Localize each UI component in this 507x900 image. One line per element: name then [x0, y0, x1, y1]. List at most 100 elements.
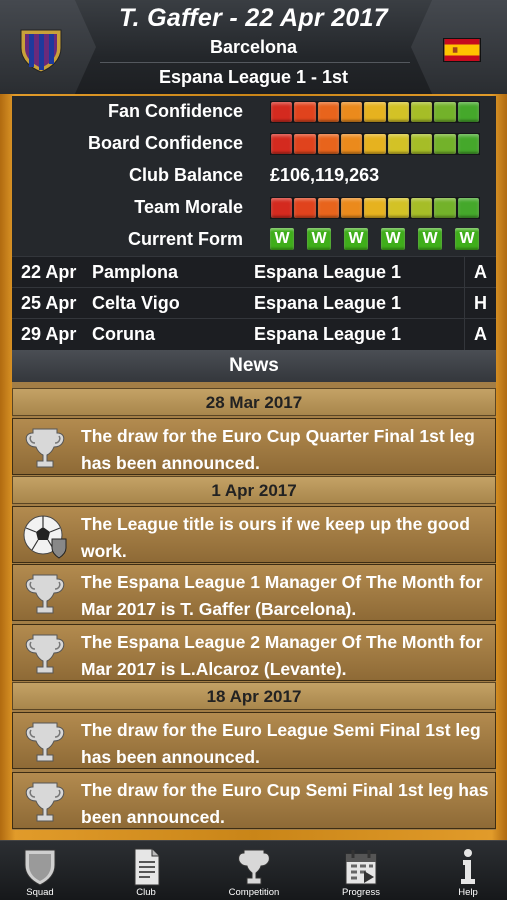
bar-segment — [294, 134, 316, 154]
spain-flag-icon[interactable] — [443, 38, 481, 62]
info-icon — [461, 849, 475, 884]
club-balance-row: Club Balance £106,119,263 — [12, 160, 496, 192]
fixture-row[interactable]: 22 Apr Pamplona Espana League 1 A — [12, 256, 496, 288]
bar-segment — [271, 134, 293, 154]
news-item[interactable]: The draw for the Euro Cup Quarter Final … — [12, 418, 496, 475]
trophy-icon — [25, 634, 65, 674]
bar-segment — [271, 198, 293, 218]
fixture-competition: Espana League 1 — [254, 293, 402, 313]
team-morale-bar — [270, 197, 480, 219]
bar-segment — [340, 198, 363, 218]
form-result: W — [307, 228, 331, 250]
bar-segment — [271, 102, 293, 122]
fixture-date: 22 Apr — [21, 262, 77, 282]
nav-competition-label: Competition — [228, 887, 280, 898]
fixture-date: 25 Apr — [21, 293, 77, 313]
bar-segment — [317, 198, 339, 218]
club-stats-panel: Fan Confidence Board Confidence Club Bal… — [12, 96, 496, 256]
bar-segment — [294, 198, 316, 218]
news-date-header: 1 Apr 2017 — [12, 476, 496, 504]
bar-segment — [457, 102, 479, 122]
news-text: The draw for the Euro League Semi Final … — [81, 720, 481, 767]
bar-segment — [410, 102, 433, 122]
current-form-label: Current Form — [127, 229, 243, 249]
bar-segment — [364, 198, 386, 218]
nav-competition[interactable]: Competition — [214, 841, 294, 900]
fixture-row[interactable]: 25 Apr Celta Vigo Espana League 1 H — [12, 287, 496, 319]
bar-segment — [364, 102, 386, 122]
fixture-venue: A — [464, 319, 496, 350]
news-text: The League title is ours if we keep up t… — [81, 514, 470, 561]
news-text: The draw for the Euro Cup Quarter Final … — [81, 426, 475, 473]
bar-segment — [340, 134, 363, 154]
news-date-header: 18 Apr 2017 — [12, 682, 496, 710]
fixture-competition: Espana League 1 — [254, 262, 402, 282]
fixture-venue: A — [464, 257, 496, 288]
form-result: W — [270, 228, 294, 250]
team-morale-row: Team Morale — [12, 192, 496, 224]
bar-segment — [434, 102, 456, 122]
news-text: The draw for the Euro Cup Semi Final 1st… — [81, 780, 489, 827]
news-item[interactable]: The Espana League 2 Manager Of The Month… — [12, 624, 496, 681]
news-item[interactable]: The draw for the Euro League Semi Final … — [12, 712, 496, 769]
fixture-date: 29 Apr — [21, 324, 77, 344]
fan-confidence-label: Fan Confidence — [107, 101, 243, 121]
fixture-row[interactable]: 29 Apr Coruna Espana League 1 A — [12, 318, 496, 350]
fixture-opponent: Celta Vigo — [92, 293, 180, 313]
bar-segment — [340, 102, 363, 122]
bar-segment — [457, 198, 479, 218]
nav-progress[interactable]: Progress — [321, 841, 401, 900]
news-date-header: 28 Mar 2017 — [12, 388, 496, 416]
news-text: The Espana League 1 Manager Of The Month… — [81, 572, 483, 619]
bar-segment — [434, 134, 456, 154]
fixture-opponent: Coruna — [92, 324, 155, 344]
bar-segment — [434, 198, 456, 218]
bar-segment — [410, 134, 433, 154]
news-item[interactable]: The draw for the Euro Cup Semi Final 1st… — [12, 772, 496, 829]
nav-progress-label: Progress — [341, 887, 380, 898]
fan-confidence-row: Fan Confidence — [12, 96, 496, 128]
news-item[interactable]: The Espana League 1 Manager Of The Month… — [12, 564, 496, 621]
bar-segment — [364, 134, 386, 154]
calendar-icon — [345, 850, 377, 885]
football-shield-icon — [23, 515, 67, 559]
team-morale-label: Team Morale — [134, 197, 243, 217]
news-list[interactable]: 28 Mar 2017 The draw for the Euro Cup Qu… — [12, 382, 496, 830]
form-result: W — [381, 228, 405, 250]
nav-help-label: Help — [458, 887, 478, 898]
current-form-row: Current Form W W W W W W — [12, 224, 496, 256]
form-result: W — [455, 228, 479, 250]
board-confidence-label: Board Confidence — [87, 133, 243, 153]
bar-segment — [457, 134, 479, 154]
header-bar: T. Gaffer - 22 Apr 2017 Barcelona Espana… — [0, 0, 507, 96]
fixture-competition: Espana League 1 — [254, 324, 402, 344]
board-confidence-bar — [270, 133, 480, 155]
bottom-nav: Squad Club Competition Progress Help — [0, 840, 507, 900]
upcoming-fixtures: 22 Apr Pamplona Espana League 1 A 25 Apr… — [12, 256, 496, 350]
form-result: W — [418, 228, 442, 250]
bar-segment — [387, 102, 409, 122]
nav-club[interactable]: Club — [106, 841, 186, 900]
news-item[interactable]: The League title is ours if we keep up t… — [12, 506, 496, 563]
trophy-icon — [25, 428, 65, 468]
nav-help[interactable]: Help — [428, 841, 507, 900]
nav-squad[interactable]: Squad — [0, 841, 80, 900]
club-balance-value: £106,119,263 — [270, 165, 380, 185]
trophy-icon — [25, 782, 65, 822]
trophy-icon — [238, 849, 270, 885]
fan-confidence-bar — [270, 101, 480, 123]
bar-segment — [317, 102, 339, 122]
bar-segment — [410, 198, 433, 218]
nav-squad-label: Squad — [26, 887, 54, 898]
league-position: Espana League 1 - 1st — [158, 67, 349, 87]
document-icon — [134, 848, 160, 886]
fixture-opponent: Pamplona — [92, 262, 179, 282]
news-text: The Espana League 2 Manager Of The Month… — [81, 632, 483, 679]
bar-segment — [294, 102, 316, 122]
fixture-venue: H — [464, 288, 496, 319]
trophy-icon — [25, 574, 65, 614]
shield-icon — [24, 849, 56, 886]
bar-segment — [387, 198, 409, 218]
bar-segment — [387, 134, 409, 154]
nav-club-label: Club — [136, 887, 156, 898]
